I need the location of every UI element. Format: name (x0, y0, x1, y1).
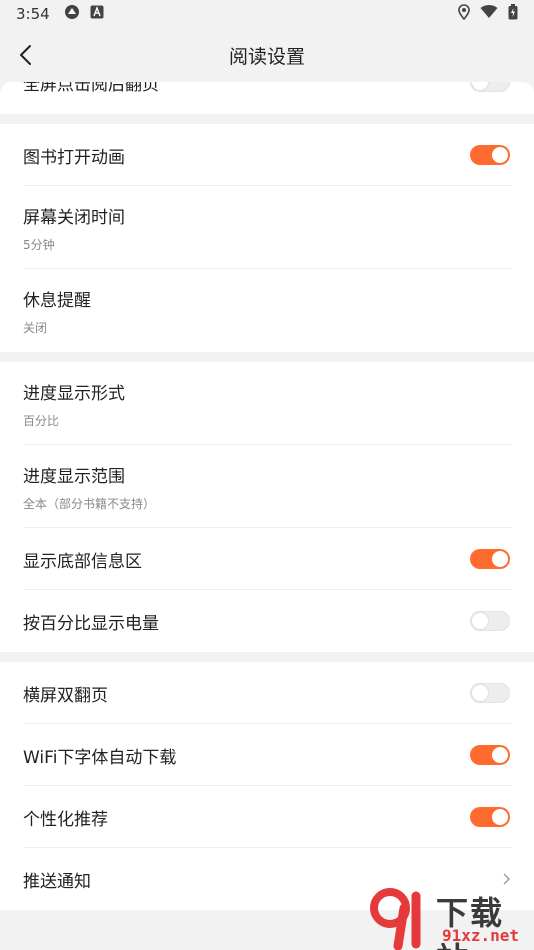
back-button[interactable] (10, 40, 40, 70)
section-gap (0, 652, 534, 662)
row-label: 个性化推荐 (23, 809, 108, 830)
row-battery-percent[interactable]: 按百分比显示电量 (0, 590, 534, 652)
section-3: 横屏双翻页 WiFi下字体自动下载 个性化推荐 推送通知 (0, 662, 534, 910)
settings-list[interactable]: 全屏点击阅后翻页 图书打开动画 屏幕关闭时间 5分钟 休息提醒 关闭 进度显示形… (0, 82, 534, 910)
status-bar: 3:54 (0, 0, 534, 28)
row-bottom-info[interactable]: 显示底部信息区 (0, 528, 534, 590)
row-label: 横屏双翻页 (23, 685, 108, 706)
row-value: 5分钟 (23, 237, 55, 252)
battery-icon (508, 4, 518, 24)
nav-bar: 阅读设置 (0, 28, 534, 82)
book-open-animation-toggle[interactable] (470, 145, 510, 165)
toggle-knob (472, 685, 488, 701)
page-title: 阅读设置 (228, 45, 305, 68)
row-book-open-animation[interactable]: 图书打开动画 (0, 124, 534, 186)
toggle-knob (492, 551, 508, 567)
wifi-icon (480, 5, 498, 23)
section-gap (0, 114, 534, 124)
row-label: 休息提醒 (23, 290, 91, 311)
chevron-left-icon (20, 45, 31, 65)
section-1: 图书打开动画 屏幕关闭时间 5分钟 休息提醒 关闭 (0, 124, 534, 352)
status-icons-right (458, 4, 518, 24)
row-personalized-recommend[interactable]: 个性化推荐 (0, 786, 534, 848)
toggle-knob (492, 147, 508, 163)
landscape-double-page-toggle[interactable] (470, 683, 510, 703)
wifi-font-download-toggle[interactable] (470, 745, 510, 765)
toggle-knob (472, 613, 488, 629)
battery-percent-toggle[interactable] (470, 611, 510, 631)
location-share-icon (64, 4, 80, 24)
partial-row-card: 全屏点击阅后翻页 (0, 82, 534, 114)
location-icon (458, 4, 470, 24)
row-wifi-font-download[interactable]: WiFi下字体自动下载 (0, 724, 534, 786)
row-progress-range[interactable]: 进度显示范围 全本（部分书籍不支持） (0, 445, 534, 528)
bottom-info-toggle[interactable] (470, 549, 510, 569)
toggle-knob (472, 82, 488, 90)
toggle-knob (492, 809, 508, 825)
row-label: 按百分比显示电量 (23, 613, 159, 634)
row-value: 百分比 (23, 413, 60, 428)
section-gap (0, 352, 534, 362)
row-label: 显示底部信息区 (23, 551, 142, 572)
row-label: 进度显示范围 (23, 466, 125, 487)
fullscreen-tap-toggle[interactable] (470, 82, 510, 92)
toggle-knob (492, 747, 508, 763)
watermark-logo-icon (370, 888, 421, 950)
row-landscape-double-page[interactable]: 横屏双翻页 (0, 662, 534, 724)
row-screen-off-time[interactable]: 屏幕关闭时间 5分钟 (0, 186, 534, 269)
row-value: 关闭 (23, 320, 48, 335)
row-label: 屏幕关闭时间 (23, 207, 125, 228)
row-progress-format[interactable]: 进度显示形式 百分比 (0, 362, 534, 445)
row-label: 图书打开动画 (23, 147, 125, 168)
watermark: 下载站 91xz.net (364, 886, 534, 950)
fullscreen-tap-label: 全屏点击阅后翻页 (23, 82, 159, 95)
watermark-url: 91xz.net (442, 926, 520, 945)
section-2: 进度显示形式 百分比 进度显示范围 全本（部分书籍不支持） 显示底部信息区 按百… (0, 362, 534, 652)
status-time: 3:54 (16, 5, 50, 23)
a-box-icon (90, 5, 104, 23)
row-label: 进度显示形式 (23, 383, 125, 404)
row-rest-reminder[interactable]: 休息提醒 关闭 (0, 269, 534, 352)
row-label: WiFi下字体自动下载 (23, 747, 177, 768)
personalized-recommend-toggle[interactable] (470, 807, 510, 827)
row-label: 推送通知 (23, 871, 91, 892)
row-value: 全本（部分书籍不支持） (23, 496, 156, 511)
